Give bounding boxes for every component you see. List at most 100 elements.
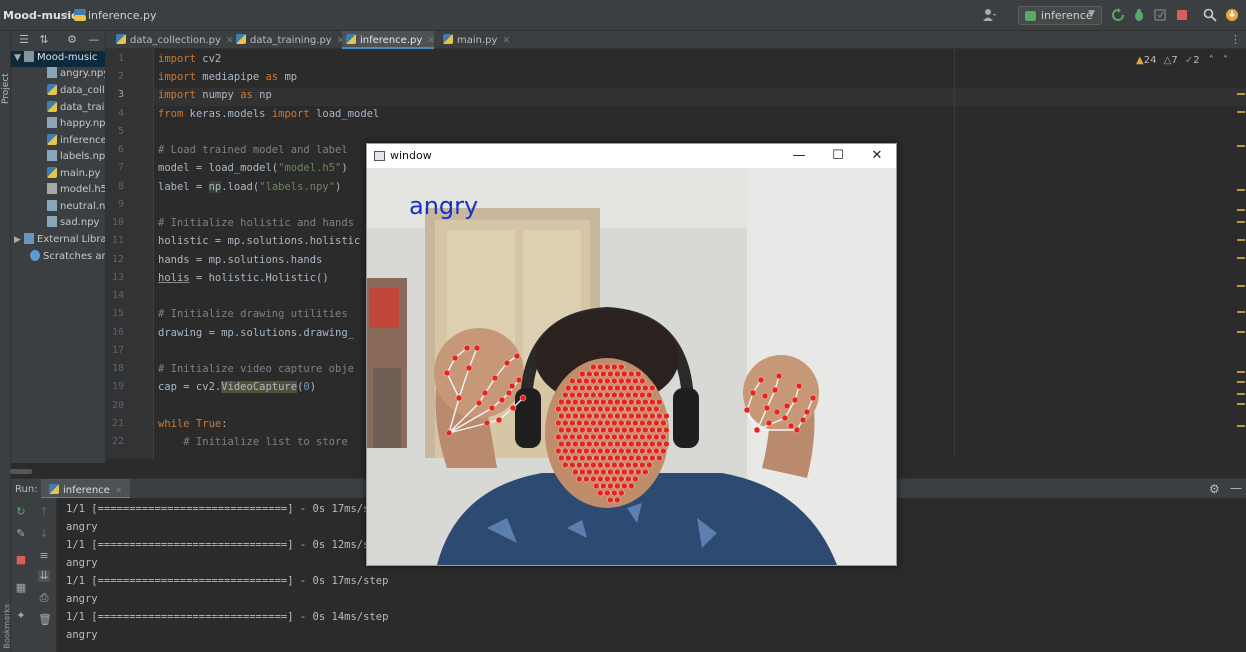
- hide-panel-icon[interactable]: —: [88, 34, 100, 46]
- tree-file-item[interactable]: happy.npy: [47, 117, 105, 133]
- minimize-button[interactable]: —: [788, 146, 810, 166]
- tree-file-label: model.h5: [60, 184, 105, 195]
- line-number: 12: [111, 254, 124, 265]
- tree-scratches[interactable]: Scratches and: [30, 250, 105, 266]
- inspection-widget[interactable]: ▲24 △7 ✓2 ˄ ˅: [1136, 55, 1228, 66]
- tree-file-item[interactable]: data_train: [47, 101, 105, 117]
- code-line: model = load_model("model.h5"): [158, 162, 348, 174]
- collapse-all-icon[interactable]: ☰: [18, 34, 30, 46]
- tab-data-training[interactable]: data_training.py ✕: [232, 31, 344, 49]
- code-line: cap = cv2.VideoCapture(0): [158, 381, 317, 393]
- webcam-frame: angry: [367, 168, 896, 565]
- folder-icon: [24, 51, 34, 62]
- tab-data-collection[interactable]: data_collection.py ✕: [112, 31, 234, 49]
- console-line: 1/1 [==============================] - 0…: [66, 503, 389, 515]
- close-icon[interactable]: ✕: [427, 36, 435, 46]
- tab-main[interactable]: main.py ✕: [439, 31, 510, 49]
- code-line: while True:: [158, 418, 228, 430]
- error-stripe[interactable]: [1236, 49, 1246, 459]
- python-file-icon: [47, 134, 57, 145]
- pin-icon[interactable]: ✦: [15, 610, 27, 622]
- layout-icon[interactable]: ▦: [15, 582, 27, 594]
- python-file-icon: [74, 9, 86, 21]
- run-tab-inference[interactable]: inference ✕: [41, 479, 131, 499]
- rerun-icon[interactable]: ↻: [15, 506, 27, 518]
- chevron-up-icon[interactable]: ˄: [1209, 55, 1214, 66]
- run-tab-label: inference: [63, 485, 110, 496]
- more-tabs-icon[interactable]: ⋮: [1230, 33, 1241, 46]
- user-icon[interactable]: [982, 8, 996, 22]
- close-icon[interactable]: ✕: [502, 36, 510, 46]
- typo-count: 2: [1193, 55, 1200, 66]
- close-button[interactable]: ✕: [866, 146, 888, 166]
- opencv-window-title: window: [390, 149, 432, 162]
- warning-icon: ▲: [1136, 55, 1144, 66]
- python-file-icon: [346, 34, 356, 44]
- tree-file-item[interactable]: angry.npy: [47, 67, 105, 83]
- soft-wrap-icon[interactable]: ≡: [38, 550, 50, 562]
- line-number: 17: [111, 345, 124, 356]
- gear-icon[interactable]: ⚙: [1209, 482, 1220, 496]
- opencv-window-titlebar[interactable]: window — ☐ ✕: [367, 144, 896, 168]
- run-toolbar: ↻ ↑ ✎ ↓ ■ ≡ ⇊ ▦ ⎙ ✦ 🗑: [11, 498, 57, 652]
- chevron-down-icon[interactable]: ˅: [1223, 55, 1228, 66]
- print-icon[interactable]: ⎙: [38, 592, 50, 604]
- stop-icon[interactable]: ■: [15, 554, 27, 566]
- hide-panel-icon[interactable]: —: [1230, 481, 1242, 495]
- search-icon[interactable]: [1203, 8, 1217, 22]
- tree-file-item[interactable]: labels.npy: [47, 150, 105, 166]
- file-icon: [47, 67, 57, 78]
- line-number: 10: [111, 217, 124, 228]
- tree-scratches-label: Scratches and: [43, 251, 105, 262]
- python-file-icon: [116, 34, 126, 44]
- maximize-button[interactable]: ☐: [827, 146, 849, 166]
- tree-file-item[interactable]: data_colle: [47, 84, 105, 100]
- rerun-icon[interactable]: [1111, 8, 1125, 22]
- expand-all-icon[interactable]: ⇅: [38, 34, 50, 46]
- close-icon[interactable]: ✕: [115, 486, 123, 496]
- console-line: angry: [66, 593, 98, 605]
- trash-icon[interactable]: 🗑: [38, 614, 52, 626]
- scroll-to-end-icon[interactable]: ⇊: [38, 570, 50, 582]
- line-number: 14: [111, 290, 124, 301]
- line-number: 15: [111, 308, 124, 319]
- code-line: # Initialize drawing utilities: [158, 308, 348, 320]
- prediction-label: angry: [409, 192, 478, 220]
- console-line: 1/1 [==============================] - 0…: [66, 575, 389, 587]
- project-tool-window-button[interactable]: Project: [1, 64, 11, 104]
- tab-inference[interactable]: inference.py ✕: [342, 31, 435, 49]
- console-line: 1/1 [==============================] - 0…: [66, 539, 389, 551]
- line-number: 9: [117, 199, 124, 210]
- stop-icon[interactable]: [1175, 8, 1189, 22]
- wrench-icon[interactable]: ✎: [15, 528, 27, 540]
- tree-file-item[interactable]: sad.npy: [47, 216, 105, 232]
- arrow-up-icon[interactable]: ↑: [38, 506, 50, 518]
- update-icon[interactable]: [1225, 8, 1239, 22]
- chevron-down-icon: ▼: [14, 53, 21, 63]
- code-line: drawing = mp.solutions.drawing_: [158, 327, 354, 339]
- run-configuration-select[interactable]: inference ▼: [1018, 6, 1102, 25]
- arrow-down-icon[interactable]: ↓: [38, 528, 50, 540]
- line-number: 18: [111, 363, 124, 374]
- coverage-icon[interactable]: [1153, 8, 1167, 22]
- debug-icon[interactable]: [1132, 8, 1146, 22]
- tree-external-libraries[interactable]: ▶ External Libra: [14, 233, 105, 249]
- breadcrumb-file[interactable]: inference.py: [88, 9, 157, 22]
- python-file-icon: [49, 484, 59, 494]
- line-number: 3: [117, 89, 124, 100]
- tab-label: data_collection.py: [130, 35, 221, 46]
- line-number: 1: [117, 53, 124, 64]
- tree-file-item[interactable]: model.h5: [47, 183, 105, 199]
- code-line: label = np.load("labels.npy"): [158, 181, 342, 193]
- scrollbar-thumb[interactable]: [10, 469, 32, 474]
- file-icon: [47, 150, 57, 161]
- tree-root-folder[interactable]: ▼ Mood-music: [11, 51, 105, 67]
- tab-label: data_training.py: [250, 35, 332, 46]
- tree-file-item[interactable]: inference.: [47, 134, 105, 150]
- scratches-icon: [30, 250, 40, 261]
- file-icon: [47, 183, 57, 194]
- tree-file-item[interactable]: neutral.np: [47, 200, 105, 216]
- opencv-window[interactable]: window — ☐ ✕ angry: [366, 143, 897, 566]
- tree-file-item[interactable]: main.py: [47, 167, 105, 183]
- gear-icon[interactable]: ⚙: [66, 34, 78, 46]
